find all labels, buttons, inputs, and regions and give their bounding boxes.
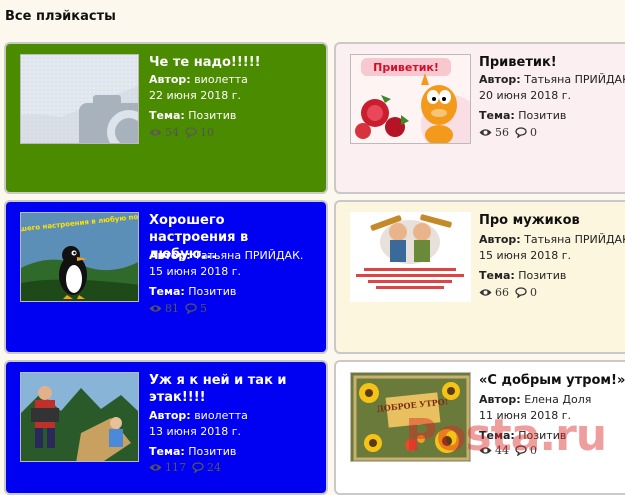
author-label: Автор: <box>149 409 191 422</box>
speech-bubble-icon <box>515 287 527 298</box>
theme-line: Тема: Позитив <box>149 444 324 460</box>
playcast-title[interactable]: «С добрым утром!» <box>479 372 625 389</box>
theme-label: Тема: <box>149 109 185 122</box>
playcast-card[interactable]: ДОБРОЕ УТРО! «С добрым утром!» Автор: Ел… <box>334 360 625 495</box>
playcast-title[interactable]: Про мужиков <box>479 212 625 229</box>
speech-bubble-icon <box>185 127 197 138</box>
author-label: Автор: <box>479 73 521 86</box>
theme-name[interactable]: Позитив <box>188 285 236 298</box>
views-count: 54 <box>165 126 179 139</box>
garfield-roses-image: Приветик! <box>351 55 470 143</box>
theme-label: Тема: <box>479 429 515 442</box>
eye-icon <box>149 464 162 471</box>
author-line: Автор: Татьяна ПРИЙДАК. <box>479 72 625 88</box>
playcast-date: 20 июня 2018 г. <box>479 89 571 102</box>
playcast-card[interactable]: Приветик! Приветик! Автор: Татьяна ПРИЙД… <box>334 42 625 194</box>
stats: 117 24 <box>149 461 221 474</box>
theme-label: Тема: <box>149 285 185 298</box>
author-name[interactable]: Татьяна ПРИЙДАК. <box>524 233 625 246</box>
author-label: Автор: <box>479 393 521 406</box>
playcast-thumbnail[interactable] <box>20 372 139 462</box>
theme-name[interactable]: Позитив <box>188 445 236 458</box>
theme-line: Тема: Позитив <box>479 268 625 284</box>
eye-icon <box>479 289 492 296</box>
author-line: Автор: Елена Доля <box>479 392 625 408</box>
theme-name[interactable]: Позитив <box>518 109 566 122</box>
stats: 44 0 <box>479 444 537 457</box>
author-name[interactable]: виолетта <box>194 73 248 86</box>
playcast-date: 15 июня 2018 г. <box>479 249 571 262</box>
comments-count: 5 <box>200 302 207 315</box>
playcast-title[interactable]: Уж я к ней и так и этак!!!! <box>149 372 314 406</box>
playcast-thumbnail[interactable]: ДОБРОЕ УТРО! <box>350 372 471 462</box>
theme-name[interactable]: Позитив <box>188 109 236 122</box>
playcast-date: 22 июня 2018 г. <box>149 89 241 102</box>
theme-line: Тема: Позитив <box>149 108 324 124</box>
views-count: 117 <box>165 461 186 474</box>
eye-icon <box>479 129 492 136</box>
speech-bubble-icon <box>192 462 204 473</box>
author-line: Автор: Татьяна ПРИЙДАК. <box>479 232 625 248</box>
author-name[interactable]: Елена Доля <box>524 393 591 406</box>
theme-label: Тема: <box>149 445 185 458</box>
author-line: Автор: виолетта <box>149 72 324 88</box>
author-label: Автор: <box>149 73 191 86</box>
theme-line: Тема: Позитив <box>149 284 324 300</box>
playcast-thumbnail[interactable] <box>20 54 139 144</box>
comments-count: 10 <box>200 126 214 139</box>
playcast-card[interactable]: Хорошего настроения в любую погоду! Хоро… <box>4 200 328 354</box>
playcast-date: 13 июня 2018 г. <box>149 425 241 438</box>
playcast-date: 15 июня 2018 г. <box>149 265 241 278</box>
playcast-thumbnail[interactable]: Приветик! <box>350 54 471 144</box>
playcast-card[interactable]: Про мужиков Автор: Татьяна ПРИЙДАК. 15 и… <box>334 200 625 354</box>
views-count: 81 <box>165 302 179 315</box>
speech-bubble-icon <box>515 127 527 138</box>
camera-placeholder-icon <box>21 55 138 143</box>
stats: 56 0 <box>479 126 537 139</box>
eye-icon <box>149 305 162 312</box>
playcast-date: 11 июня 2018 г. <box>479 409 571 422</box>
speech-bubble-icon <box>185 303 197 314</box>
views-count: 66 <box>495 286 509 299</box>
stats: 54 10 <box>149 126 214 139</box>
sunflowers-image: ДОБРОЕ УТРО! <box>351 373 470 461</box>
cartoon-men-image <box>350 212 471 302</box>
views-count: 56 <box>495 126 509 139</box>
theme-line: Тема: Позитив <box>479 428 625 444</box>
image-caption: Приветик! <box>373 61 439 74</box>
author-line: Автор: Татьяна ПРИЙДАК. <box>149 248 324 264</box>
author-label: Автор: <box>479 233 521 246</box>
playcast-title[interactable]: Приветик! <box>479 54 625 71</box>
stats: 81 5 <box>149 302 207 315</box>
eye-icon <box>479 447 492 454</box>
theme-name[interactable]: Позитив <box>518 269 566 282</box>
eye-icon <box>149 129 162 136</box>
views-count: 44 <box>495 444 509 457</box>
author-name[interactable]: виолетта <box>194 409 248 422</box>
playcast-card[interactable]: Уж я к ней и так и этак!!!! Автор: виоле… <box>4 360 328 495</box>
theme-name[interactable]: Позитив <box>518 429 566 442</box>
comments-count: 0 <box>530 286 537 299</box>
speech-bubble-icon <box>515 445 527 456</box>
theme-line: Тема: Позитив <box>479 108 625 124</box>
comments-count: 24 <box>207 461 221 474</box>
theme-label: Тема: <box>479 269 515 282</box>
playcast-thumbnail[interactable]: Хорошего настроения в любую погоду! <box>20 212 139 302</box>
author-name[interactable]: Татьяна ПРИЙДАК. <box>524 73 625 86</box>
playcast-card[interactable]: Че те надо!!!!! Автор: виолетта 22 июня … <box>4 42 328 194</box>
accordion-player-image <box>21 373 138 461</box>
playcast-thumbnail[interactable] <box>350 212 471 302</box>
stats: 66 0 <box>479 286 537 299</box>
comments-count: 0 <box>530 126 537 139</box>
author-line: Автор: виолетта <box>149 408 324 424</box>
comments-count: 0 <box>530 444 537 457</box>
author-label: Автор: <box>149 249 191 262</box>
author-name[interactable]: Татьяна ПРИЙДАК. <box>194 249 303 262</box>
page-title: Все плэйкасты <box>5 9 116 24</box>
playcast-title[interactable]: Че те надо!!!!! <box>149 54 314 71</box>
penguin-image: Хорошего настроения в любую погоду! <box>21 213 138 301</box>
theme-label: Тема: <box>479 109 515 122</box>
